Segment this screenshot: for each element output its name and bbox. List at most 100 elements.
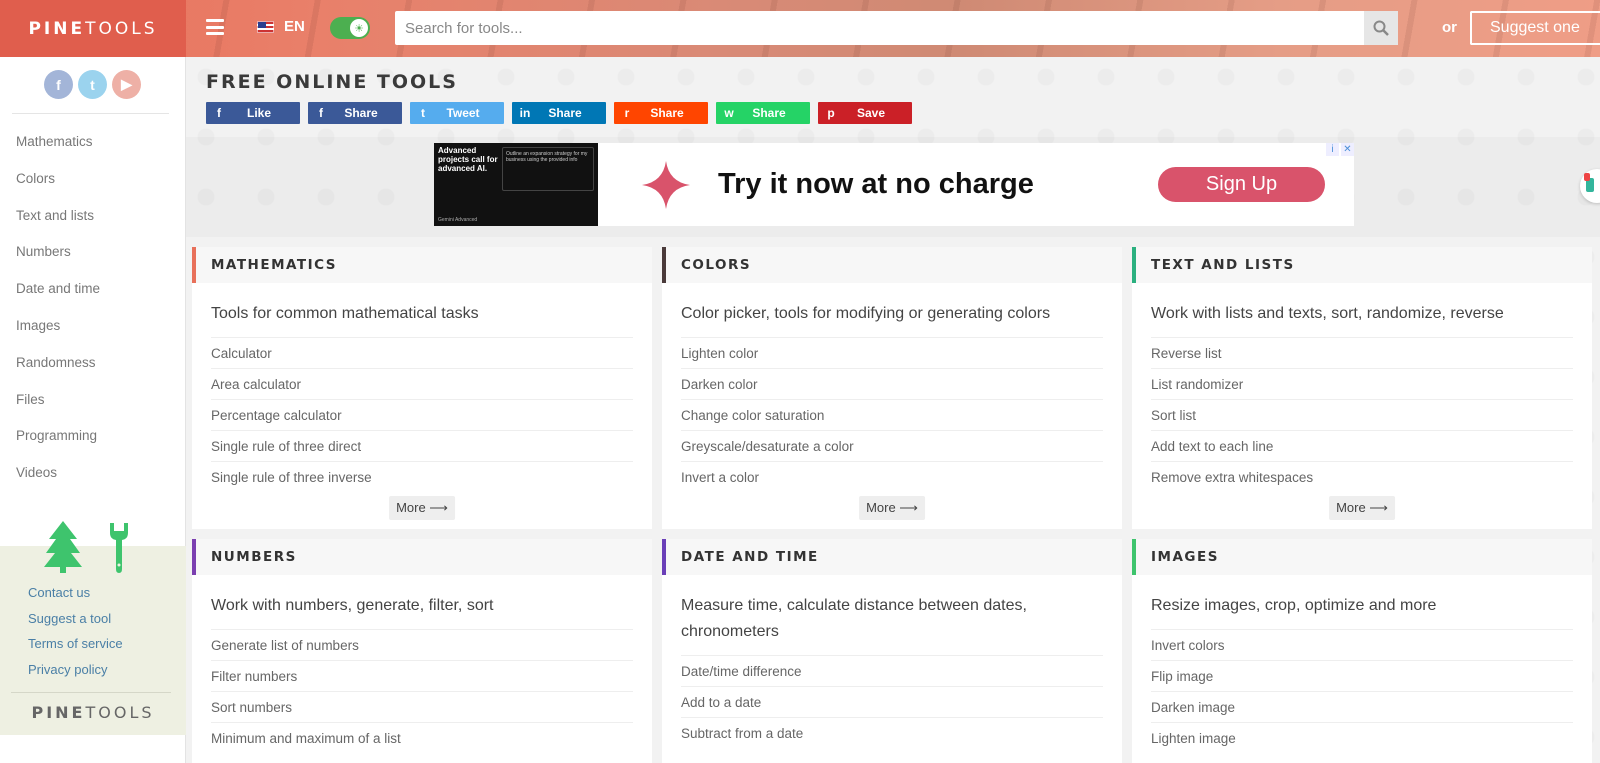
ad-controls: i ✕ bbox=[1326, 143, 1354, 156]
tool-link[interactable]: Darken color bbox=[681, 369, 1103, 400]
theme-toggle[interactable]: ☀ bbox=[330, 17, 370, 39]
contact-link[interactable]: Contact us bbox=[28, 585, 123, 611]
tool-link[interactable]: Greyscale/desaturate a color bbox=[681, 431, 1103, 462]
share-buttons: f Like f Share t Tweet in Share r Share w Share p Sav… bbox=[206, 102, 912, 124]
category-nav: Mathematics Colors Text and lists Number… bbox=[0, 114, 185, 492]
us-flag-icon[interactable] bbox=[257, 21, 274, 33]
tool-link[interactable]: Reverse list bbox=[1151, 338, 1573, 369]
tool-link[interactable]: Change color saturation bbox=[681, 400, 1103, 431]
tool-link[interactable]: Filter numbers bbox=[211, 661, 633, 692]
card-title[interactable]: NUMBERS bbox=[192, 539, 652, 575]
tool-link[interactable]: Lighten color bbox=[681, 338, 1103, 369]
language-selector[interactable]: EN bbox=[284, 18, 305, 35]
tool-link[interactable]: Lighten image bbox=[1151, 723, 1573, 754]
sidebar-item-images[interactable]: Images bbox=[0, 308, 185, 345]
privacy-link[interactable]: Privacy policy bbox=[28, 662, 123, 688]
share-button-4[interactable]: r Share bbox=[614, 102, 708, 124]
tool-link[interactable]: List randomizer bbox=[1151, 369, 1573, 400]
footer-links: Contact us Suggest a tool Terms of servi… bbox=[28, 585, 123, 687]
sidebar-item-randomness[interactable]: Randomness bbox=[0, 345, 185, 382]
tool-link[interactable]: Add text to each line bbox=[1151, 431, 1573, 462]
tool-list: Reverse list List randomizer Sort list A… bbox=[1151, 338, 1573, 493]
facebook-icon[interactable]: f bbox=[44, 70, 73, 99]
sidebar-item-text-and-lists[interactable]: Text and lists bbox=[0, 198, 185, 235]
search-button[interactable] bbox=[1364, 11, 1398, 45]
share-icon: t bbox=[421, 106, 425, 120]
share-label: Tweet bbox=[446, 106, 480, 120]
tool-list: Date/time difference Add to a date Subtr… bbox=[681, 656, 1103, 749]
category-card-mathematics: MATHEMATICS Tools for common mathematica… bbox=[192, 247, 652, 529]
footer-icons bbox=[44, 521, 132, 573]
tool-link[interactable]: Remove extra whitespaces bbox=[1151, 462, 1573, 493]
tool-link[interactable]: Date/time difference bbox=[681, 656, 1103, 687]
tool-link[interactable]: Percentage calculator bbox=[211, 400, 633, 431]
top-header: PINETOOLS EN ☀ or Suggest one bbox=[0, 0, 1600, 57]
ad-info-icon[interactable]: i bbox=[1326, 143, 1339, 156]
sidebar-item-colors[interactable]: Colors bbox=[0, 161, 185, 198]
more-button[interactable]: More ⟶ bbox=[859, 496, 925, 520]
logo: PINETOOLS bbox=[28, 18, 158, 39]
card-description: Tools for common mathematical tasks bbox=[211, 301, 633, 338]
logo-link[interactable]: PINETOOLS bbox=[0, 0, 186, 57]
tool-list: Calculator Area calculator Percentage ca… bbox=[211, 338, 633, 493]
share-label: Share bbox=[344, 106, 378, 120]
share-button-5[interactable]: w Share bbox=[716, 102, 810, 124]
sidebar-footer: Contact us Suggest a tool Terms of servi… bbox=[0, 521, 186, 735]
share-button-1[interactable]: f Share bbox=[308, 102, 402, 124]
tool-link[interactable]: Calculator bbox=[211, 338, 633, 369]
ad-close-icon[interactable]: ✕ bbox=[1341, 143, 1354, 156]
tool-link[interactable]: Area calculator bbox=[211, 369, 633, 400]
tool-link[interactable]: Sort list bbox=[1151, 400, 1573, 431]
main-content: FREE ONLINE TOOLS f Like f Share t Tweet in Sha… bbox=[186, 57, 1600, 763]
share-button-3[interactable]: in Share bbox=[512, 102, 606, 124]
ad-banner[interactable]: Advanced projects call for advanced AI. … bbox=[434, 143, 1354, 226]
sidebar-item-files[interactable]: Files bbox=[0, 382, 185, 419]
suggest-tool-link[interactable]: Suggest a tool bbox=[28, 611, 123, 637]
card-title[interactable]: COLORS bbox=[662, 247, 1122, 283]
suggest-button[interactable]: Suggest one bbox=[1470, 11, 1600, 45]
more-button[interactable]: More ⟶ bbox=[1329, 496, 1395, 520]
tool-link[interactable]: Sort numbers bbox=[211, 692, 633, 723]
ad-signup-button[interactable]: Sign Up bbox=[1158, 167, 1325, 202]
share-button-6[interactable]: p Save bbox=[818, 102, 912, 124]
tool-link[interactable]: Invert a color bbox=[681, 462, 1103, 493]
twitter-icon[interactable]: t bbox=[78, 70, 107, 99]
tool-list: Invert colors Flip image Darken image Li… bbox=[1151, 630, 1573, 754]
share-label: Share bbox=[650, 106, 684, 120]
card-title[interactable]: IMAGES bbox=[1132, 539, 1592, 575]
category-card-images: IMAGES Resize images, crop, optimize and… bbox=[1132, 539, 1592, 763]
menu-icon[interactable] bbox=[206, 19, 224, 35]
more-button[interactable]: More ⟶ bbox=[389, 496, 455, 520]
share-label: Share bbox=[548, 106, 582, 120]
card-title[interactable]: MATHEMATICS bbox=[192, 247, 652, 283]
tool-list: Generate list of numbers Filter numbers … bbox=[211, 630, 633, 754]
share-button-2[interactable]: t Tweet bbox=[410, 102, 504, 124]
tool-link[interactable]: Darken image bbox=[1151, 692, 1573, 723]
tool-link[interactable]: Flip image bbox=[1151, 661, 1573, 692]
tool-link[interactable]: Subtract from a date bbox=[681, 718, 1103, 749]
category-card-date-and-time: DATE AND TIME Measure time, calculate di… bbox=[662, 539, 1122, 763]
share-icon: f bbox=[217, 106, 221, 120]
sidebar-item-programming[interactable]: Programming bbox=[0, 418, 185, 455]
footer-logo[interactable]: PINETOOLS bbox=[0, 703, 186, 722]
tool-link[interactable]: Generate list of numbers bbox=[211, 630, 633, 661]
tool-link[interactable]: Minimum and maximum of a list bbox=[211, 723, 633, 754]
social-links: f t ▶ bbox=[0, 57, 185, 113]
card-title[interactable]: DATE AND TIME bbox=[662, 539, 1122, 575]
category-card-text-and-lists: TEXT AND LISTS Work with lists and texts… bbox=[1132, 247, 1592, 529]
search-input[interactable] bbox=[395, 11, 1398, 45]
terms-link[interactable]: Terms of service bbox=[28, 636, 123, 662]
sidebar-item-videos[interactable]: Videos bbox=[0, 455, 185, 492]
card-description: Color picker, tools for modifying or gen… bbox=[681, 301, 1103, 338]
card-title[interactable]: TEXT AND LISTS bbox=[1132, 247, 1592, 283]
divider bbox=[11, 692, 171, 693]
tool-link[interactable]: Add to a date bbox=[681, 687, 1103, 718]
tool-link[interactable]: Single rule of three inverse bbox=[211, 462, 633, 493]
youtube-icon[interactable]: ▶ bbox=[112, 70, 141, 99]
tool-link[interactable]: Single rule of three direct bbox=[211, 431, 633, 462]
sidebar-item-mathematics[interactable]: Mathematics bbox=[0, 124, 185, 161]
tool-link[interactable]: Invert colors bbox=[1151, 630, 1573, 661]
share-button-0[interactable]: f Like bbox=[206, 102, 300, 124]
sidebar-item-date-and-time[interactable]: Date and time bbox=[0, 271, 185, 308]
sidebar-item-numbers[interactable]: Numbers bbox=[0, 234, 185, 271]
